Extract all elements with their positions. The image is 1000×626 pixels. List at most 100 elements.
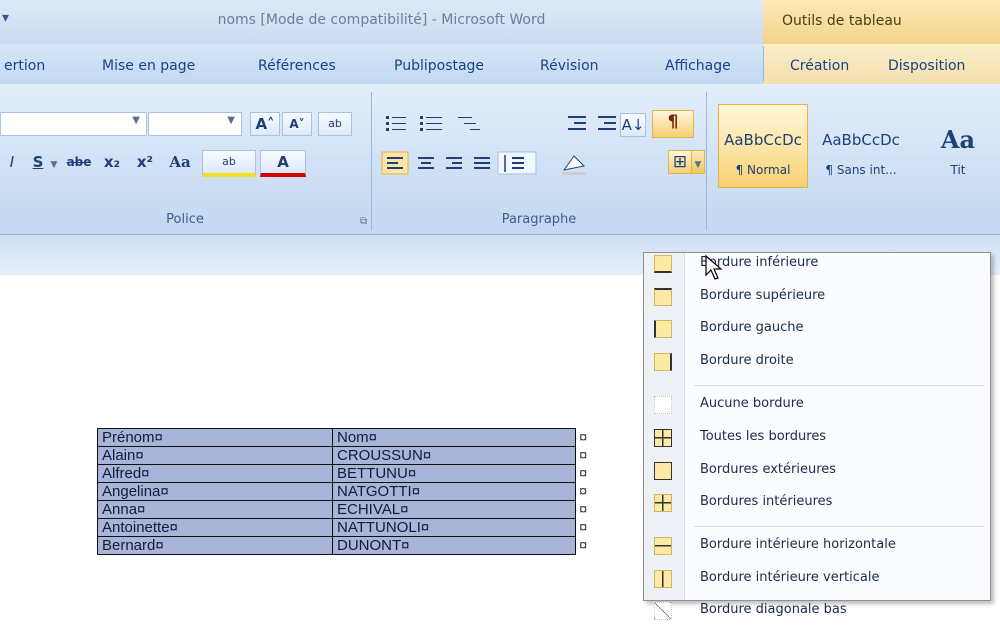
menu-item[interactable]: Aucune bordure — [644, 390, 990, 420]
italic-button[interactable]: I — [4, 150, 20, 174]
table-row[interactable]: Antoinette¤ NATTUNOLI¤ ¤ — [97, 518, 594, 537]
line-spacing-icon[interactable] — [497, 151, 537, 175]
highlight-color-button[interactable]: ab — [202, 150, 256, 177]
menu-item-label: Bordure intérieure verticale — [700, 570, 880, 585]
numbering-icon[interactable] — [420, 116, 442, 131]
strikethrough-button[interactable]: abe — [62, 150, 96, 174]
align-left-icon[interactable] — [381, 151, 409, 175]
menu-item[interactable]: Bordures intérieures — [644, 488, 990, 518]
clear-formatting-button[interactable]: ab — [318, 112, 352, 136]
borders-button[interactable]: ⊞ — [668, 150, 692, 174]
diagonal-down-border-icon — [654, 602, 672, 620]
border-top-icon — [654, 288, 672, 306]
show-formatting-marks-button[interactable]: ¶ — [652, 110, 694, 138]
chevron-down-icon: ▼ — [132, 115, 140, 126]
menu-item[interactable]: Bordure inférieure — [644, 249, 990, 279]
table-cell-prenom[interactable]: Alain¤ — [97, 446, 333, 465]
style-sample: AaBbCcDc — [724, 131, 802, 149]
table-cell-nom[interactable]: NATGOTTI¤ — [332, 482, 576, 501]
no-border-icon — [654, 396, 672, 414]
font-name-combo[interactable]: ▼ — [0, 112, 147, 136]
table-cell-nom[interactable]: CROUSSUN¤ — [332, 446, 576, 465]
font-size-combo[interactable]: ▼ — [148, 112, 242, 136]
menu-item[interactable]: Bordure gauche — [644, 314, 990, 344]
bullets-icon[interactable] — [386, 116, 406, 131]
document-table[interactable]: Prénom¤ Nom¤ ¤ Alain¤ CROUSSUN¤ ¤ Alfred¤ BETTU… — [97, 428, 594, 555]
menu-item[interactable]: Bordure diagonale bas — [644, 596, 990, 626]
border-bottom-icon — [654, 255, 672, 273]
mouse-cursor-icon — [705, 255, 723, 280]
justify-icon[interactable] — [474, 157, 490, 169]
shading-icon[interactable] — [562, 155, 586, 175]
table-row[interactable]: Alain¤ CROUSSUN¤ ¤ — [97, 446, 594, 465]
table-cell-prenom[interactable]: Angelina¤ — [97, 482, 333, 501]
align-center-icon[interactable] — [418, 157, 434, 169]
align-right-icon[interactable] — [446, 157, 462, 169]
table-row[interactable]: Alfred¤ BETTUNU¤ ¤ — [97, 464, 594, 483]
menu-item[interactable]: Bordure intérieure horizontale — [644, 531, 990, 561]
borders-dropdown-arrow[interactable]: ▼ — [691, 150, 705, 174]
subscript-button[interactable]: x₂ — [98, 150, 126, 174]
table-row[interactable]: Anna¤ ECHIVAL¤ ¤ — [97, 500, 594, 519]
chevron-down-icon: ▼ — [227, 115, 235, 126]
menu-separator — [694, 526, 984, 527]
group-separator — [371, 92, 372, 230]
tab-disposition[interactable]: Disposition — [888, 58, 965, 74]
tab-creation[interactable]: Création — [790, 58, 849, 74]
decrease-indent-icon[interactable] — [568, 116, 586, 130]
table-cell-nom[interactable]: BETTUNU¤ — [332, 464, 576, 483]
end-of-row-mark: ¤ — [579, 519, 588, 536]
menu-item[interactable]: Bordures extérieures — [644, 456, 990, 486]
menu-item-label: Bordure intérieure horizontale — [700, 537, 896, 552]
table-cell-nom[interactable]: NATTUNOLI¤ — [332, 518, 576, 537]
tab-mise-en-page[interactable]: Mise en page — [102, 58, 195, 74]
window-title: noms [Mode de compatibilité] - Microsoft… — [217, 12, 546, 28]
menu-separator — [694, 385, 984, 386]
tab-revision[interactable]: Révision — [540, 58, 599, 74]
table-row[interactable]: Angelina¤ NATGOTTI¤ ¤ — [97, 482, 594, 501]
menu-item[interactable]: Bordure droite — [644, 347, 990, 377]
multilevel-list-icon[interactable] — [458, 117, 480, 130]
style-normal[interactable]: AaBbCcDc ¶ Normal — [718, 104, 808, 188]
group-separator — [706, 92, 707, 230]
superscript-button[interactable]: x² — [130, 150, 160, 174]
menu-item-label: Bordures extérieures — [700, 462, 837, 477]
table-cell-prenom[interactable]: Alfred¤ — [97, 464, 333, 483]
table-cell-prenom[interactable]: Prénom¤ — [97, 428, 333, 447]
shrink-font-button[interactable]: A˅ — [282, 112, 312, 136]
end-of-row-mark: ¤ — [579, 483, 588, 500]
chevron-down-icon: ▼ — [694, 160, 702, 170]
table-cell-prenom[interactable]: Anna¤ — [97, 500, 333, 519]
table-row[interactable]: Bernard¤ DUNONT¤ ¤ — [97, 536, 594, 555]
chevron-down-icon: ▼ — [50, 160, 58, 170]
menu-item-label: Aucune bordure — [700, 396, 804, 411]
menu-item[interactable]: Bordure intérieure verticale — [644, 564, 990, 594]
style-name: Tit — [950, 163, 966, 177]
style-sample: AaBbCcDc — [822, 131, 900, 149]
change-case-button[interactable]: Aa — [164, 150, 196, 174]
tab-affichage[interactable]: Affichage — [665, 58, 731, 74]
tab-references[interactable]: Références — [258, 58, 336, 74]
tab-insertion[interactable]: ertion — [4, 58, 45, 74]
table-row[interactable]: Prénom¤ Nom¤ ¤ — [97, 428, 594, 447]
font-color-button[interactable]: A — [260, 150, 306, 177]
outside-borders-icon — [654, 462, 672, 480]
sort-button[interactable]: A↓ — [620, 113, 646, 137]
table-cell-nom[interactable]: DUNONT¤ — [332, 536, 576, 555]
style-sans-interligne[interactable]: AaBbCcDc ¶ Sans int... — [816, 104, 906, 188]
style-titre[interactable]: Aa Tit — [914, 104, 1000, 188]
menu-item[interactable]: Bordure supérieure — [644, 282, 990, 312]
underline-button[interactable]: S — [28, 150, 48, 174]
increase-indent-icon[interactable] — [598, 116, 616, 130]
menu-item-label: Bordure droite — [700, 353, 794, 368]
grow-font-button[interactable]: A˄ — [250, 112, 280, 136]
tab-publipostage[interactable]: Publipostage — [394, 58, 484, 74]
underline-dropdown[interactable]: ▼ — [48, 150, 60, 174]
inside-horizontal-border-icon — [654, 537, 672, 555]
menu-item[interactable]: Toutes les bordures — [644, 423, 990, 453]
border-left-icon — [654, 320, 672, 338]
table-cell-prenom[interactable]: Bernard¤ — [97, 536, 333, 555]
table-cell-prenom[interactable]: Antoinette¤ — [97, 518, 333, 537]
table-cell-nom[interactable]: Nom¤ — [332, 428, 576, 447]
table-cell-nom[interactable]: ECHIVAL¤ — [332, 500, 576, 519]
